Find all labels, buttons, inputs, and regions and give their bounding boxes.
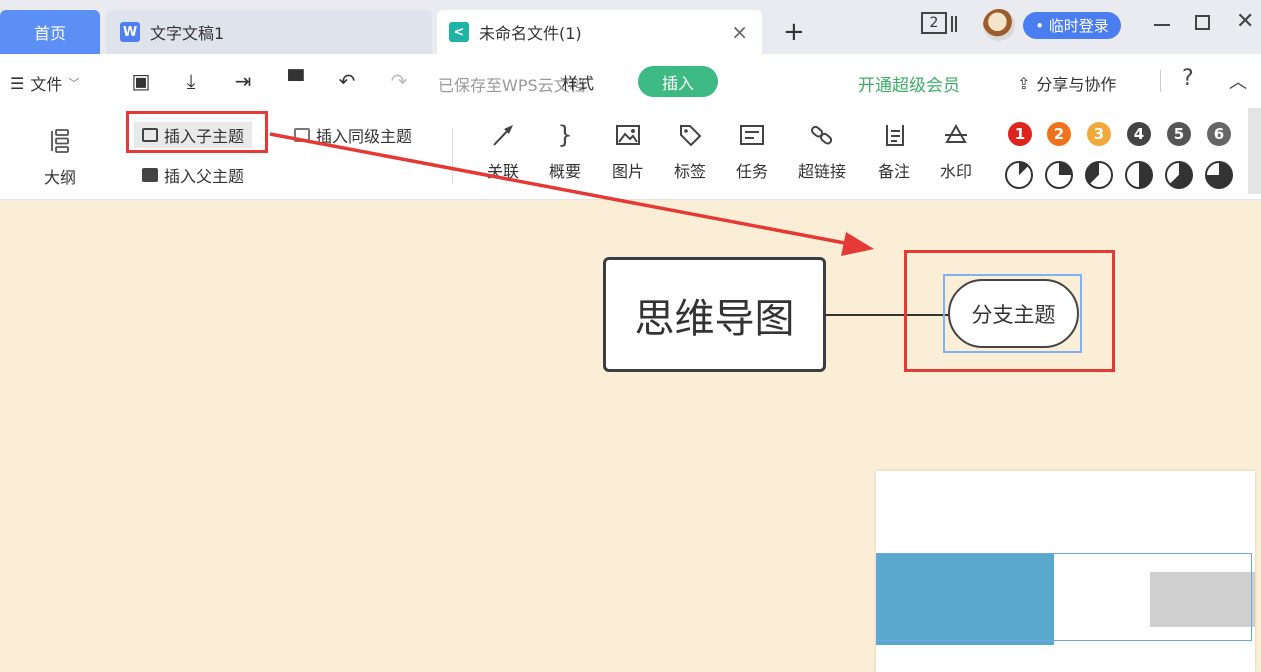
note-button[interactable]: 备注: [878, 120, 910, 182]
word-doc-icon: W: [120, 22, 140, 42]
hyperlink-button[interactable]: 超链接: [798, 120, 846, 182]
tab-doc[interactable]: W 文字文稿1: [106, 10, 432, 54]
priority-1-icon[interactable]: 1: [1008, 122, 1032, 146]
window-close-icon[interactable]: ✕: [1236, 10, 1254, 34]
mindmap-canvas[interactable]: 思维导图 分支主题: [0, 200, 1261, 672]
root-topic-node[interactable]: 思维导图: [603, 257, 826, 372]
image-label: 图片: [612, 162, 645, 181]
outline-label: 大纲: [44, 168, 77, 187]
insert-parent-label: 插入父主题: [164, 167, 245, 186]
chevron-down-icon: ﹀: [68, 77, 80, 90]
progress-3-8-icon[interactable]: [1085, 161, 1113, 189]
progress-5-8-icon[interactable]: [1165, 161, 1193, 189]
image-icon: [613, 120, 643, 150]
help-icon[interactable]: ?: [1182, 66, 1194, 91]
collapse-ribbon-icon[interactable]: ︿: [1229, 68, 1247, 94]
summary-label: 概要: [549, 162, 582, 181]
ribbon-scroll-right[interactable]: [1248, 108, 1261, 194]
new-tab-button[interactable]: +: [783, 18, 805, 46]
outline-icon: [45, 126, 75, 156]
tab-mindmap-label: 未命名文件(1): [479, 24, 582, 43]
progress-3-4-icon[interactable]: [1205, 161, 1233, 189]
progress-1-8-icon[interactable]: [1005, 161, 1033, 189]
maximize-icon[interactable]: [1195, 15, 1210, 30]
image-button[interactable]: 图片: [612, 120, 644, 182]
outline-button[interactable]: 大纲: [44, 126, 76, 188]
share-button[interactable]: ⇪ 分享与协作: [1017, 71, 1116, 95]
summary-brace-icon: }: [557, 121, 573, 149]
export-icon[interactable]: ⇥: [230, 68, 256, 94]
note-label: 备注: [878, 162, 911, 181]
tab-close-icon[interactable]: ×: [731, 22, 748, 42]
progress-1-2-icon[interactable]: [1125, 161, 1153, 189]
ribbon-divider: [452, 128, 453, 184]
tab-mindmap[interactable]: < 未命名文件(1) ×: [437, 10, 762, 54]
format-painter-icon[interactable]: ▀: [283, 68, 309, 94]
summary-button[interactable]: } 概要: [549, 120, 581, 182]
download-icon[interactable]: ⤓: [178, 68, 204, 94]
minimize-icon[interactable]: [1154, 24, 1170, 26]
menu-icon: ☰: [10, 73, 25, 93]
link-icon: [807, 120, 837, 150]
note-icon: [879, 120, 909, 150]
temp-login-button[interactable]: • 临时登录: [1023, 12, 1121, 39]
share-icon: ⇪: [1017, 73, 1031, 93]
avatar[interactable]: [983, 9, 1015, 41]
file-menu[interactable]: ☰ 文件 ﹀: [10, 71, 79, 95]
tab-style[interactable]: 样式: [562, 70, 594, 94]
task-button[interactable]: 任务: [736, 120, 768, 182]
priority-2-icon[interactable]: 2: [1047, 122, 1071, 146]
file-menu-label: 文件: [30, 75, 63, 94]
tab-home[interactable]: 首页: [0, 10, 100, 54]
branch-topic-node[interactable]: 分支主题: [948, 279, 1079, 348]
minimap[interactable]: [876, 471, 1255, 672]
menu-bar: ☰ 文件 ﹀ ▣ ⤓ ⇥ ▀ ↶ ↷ 已保存至WPS云文档 样式 插入 开通超级…: [0, 54, 1261, 108]
undo-icon[interactable]: ↶: [334, 68, 360, 94]
vip-link[interactable]: 开通超级会员: [858, 71, 960, 96]
mindmap-doc-icon: <: [449, 22, 469, 42]
share-label: 分享与协作: [1036, 75, 1117, 94]
tab-bar: 首页 W 文字文稿1 < 未命名文件(1) × + 2 • 临时登录 ✕: [0, 0, 1261, 54]
divider: [1160, 70, 1161, 92]
progress-1-4-icon[interactable]: [1045, 161, 1073, 189]
tag-button[interactable]: 标签: [674, 120, 706, 182]
watermark-icon: [941, 120, 971, 150]
insert-sibling-label: 插入同级主题: [316, 127, 413, 146]
tab-insert[interactable]: 插入: [638, 66, 718, 97]
task-icon: [737, 120, 767, 150]
relation-label: 关联: [487, 162, 520, 181]
relation-arrow-icon: [488, 120, 518, 150]
priority-3-icon[interactable]: 3: [1087, 122, 1111, 146]
priority-5-icon[interactable]: 5: [1167, 122, 1191, 146]
screen-bar-icon: [951, 16, 957, 32]
insert-sibling-icon: [294, 128, 310, 142]
task-label: 任务: [736, 162, 769, 181]
screen-count-icon[interactable]: 2: [921, 12, 947, 34]
insert-parent-topic-button[interactable]: 插入父主题: [142, 162, 244, 188]
tab-doc-label: 文字文稿1: [150, 24, 225, 43]
tag-label: 标签: [674, 162, 707, 181]
relation-button[interactable]: 关联: [487, 120, 519, 182]
minimap-viewport[interactable]: [876, 553, 1252, 641]
insert-sibling-topic-button[interactable]: 插入同级主题: [294, 122, 412, 148]
redo-icon[interactable]: ↷: [386, 68, 412, 94]
watermark-label: 水印: [940, 162, 973, 181]
tag-icon: [675, 120, 705, 150]
highlight-box-insert-child: [126, 111, 268, 153]
priority-6-icon[interactable]: 6: [1207, 122, 1231, 146]
priority-4-icon[interactable]: 4: [1127, 122, 1151, 146]
save-icon[interactable]: ▣: [128, 68, 154, 94]
insert-parent-icon: [142, 168, 158, 182]
hyperlink-label: 超链接: [798, 162, 847, 181]
watermark-button[interactable]: 水印: [940, 120, 972, 182]
